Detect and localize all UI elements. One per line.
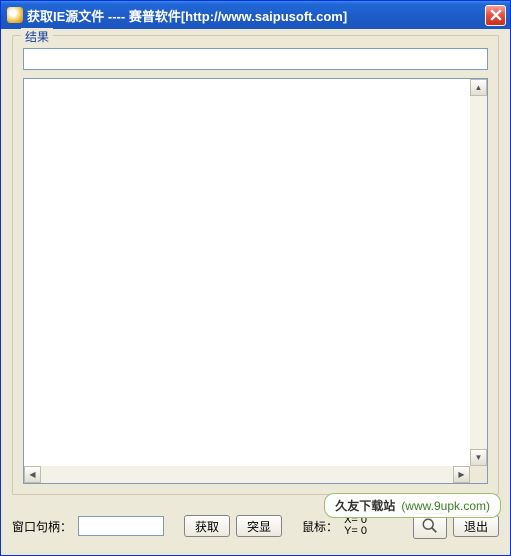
result-input[interactable]: [23, 48, 488, 70]
handle-label: 窗口句柄：: [12, 518, 72, 535]
watermark-site: 久友下载站: [335, 497, 395, 514]
close-icon: [490, 9, 502, 21]
scroll-down-button[interactable]: ▼: [470, 449, 487, 466]
scroll-up-button[interactable]: ▲: [470, 79, 487, 96]
window-title: 获取IE源文件 ---- 赛普软件[http://www.saipusoft.c…: [27, 6, 485, 25]
vertical-scrollbar[interactable]: ▲ ▼: [470, 79, 487, 466]
result-group: 结果 ▲ ▼ ◀ ▶: [12, 35, 499, 495]
mouse-coords: X= 0 Y= 0: [344, 515, 367, 537]
hscroll-track[interactable]: [41, 466, 453, 483]
watermark: 久友下载站 (www.9upk.com): [324, 493, 501, 518]
exit-button[interactable]: 退出: [453, 515, 499, 537]
scroll-right-button[interactable]: ▶: [453, 466, 470, 483]
scroll-left-button[interactable]: ◀: [24, 466, 41, 483]
horizontal-scrollbar[interactable]: ◀ ▶: [24, 466, 470, 483]
app-window: 获取IE源文件 ---- 赛普软件[http://www.saipusoft.c…: [0, 0, 511, 556]
fetch-button[interactable]: 获取: [184, 515, 230, 537]
magnifier-icon: [421, 517, 439, 535]
source-textarea[interactable]: [24, 79, 470, 466]
result-group-label: 结果: [21, 28, 53, 45]
vscroll-track[interactable]: [470, 96, 487, 449]
app-icon: [7, 7, 23, 23]
watermark-url: (www.9upk.com): [401, 499, 490, 513]
mouse-label: 鼠标：: [302, 518, 338, 535]
close-button[interactable]: [485, 5, 506, 26]
window-handle-input[interactable]: [78, 516, 164, 536]
highlight-button[interactable]: 突显: [236, 515, 282, 537]
source-text-wrap: ▲ ▼ ◀ ▶: [23, 78, 488, 484]
titlebar: 获取IE源文件 ---- 赛普软件[http://www.saipusoft.c…: [1, 1, 510, 29]
client-area: 结果 ▲ ▼ ◀ ▶ 久友下载站 (www.9upk.com): [4, 29, 507, 552]
scroll-corner: [470, 466, 487, 483]
